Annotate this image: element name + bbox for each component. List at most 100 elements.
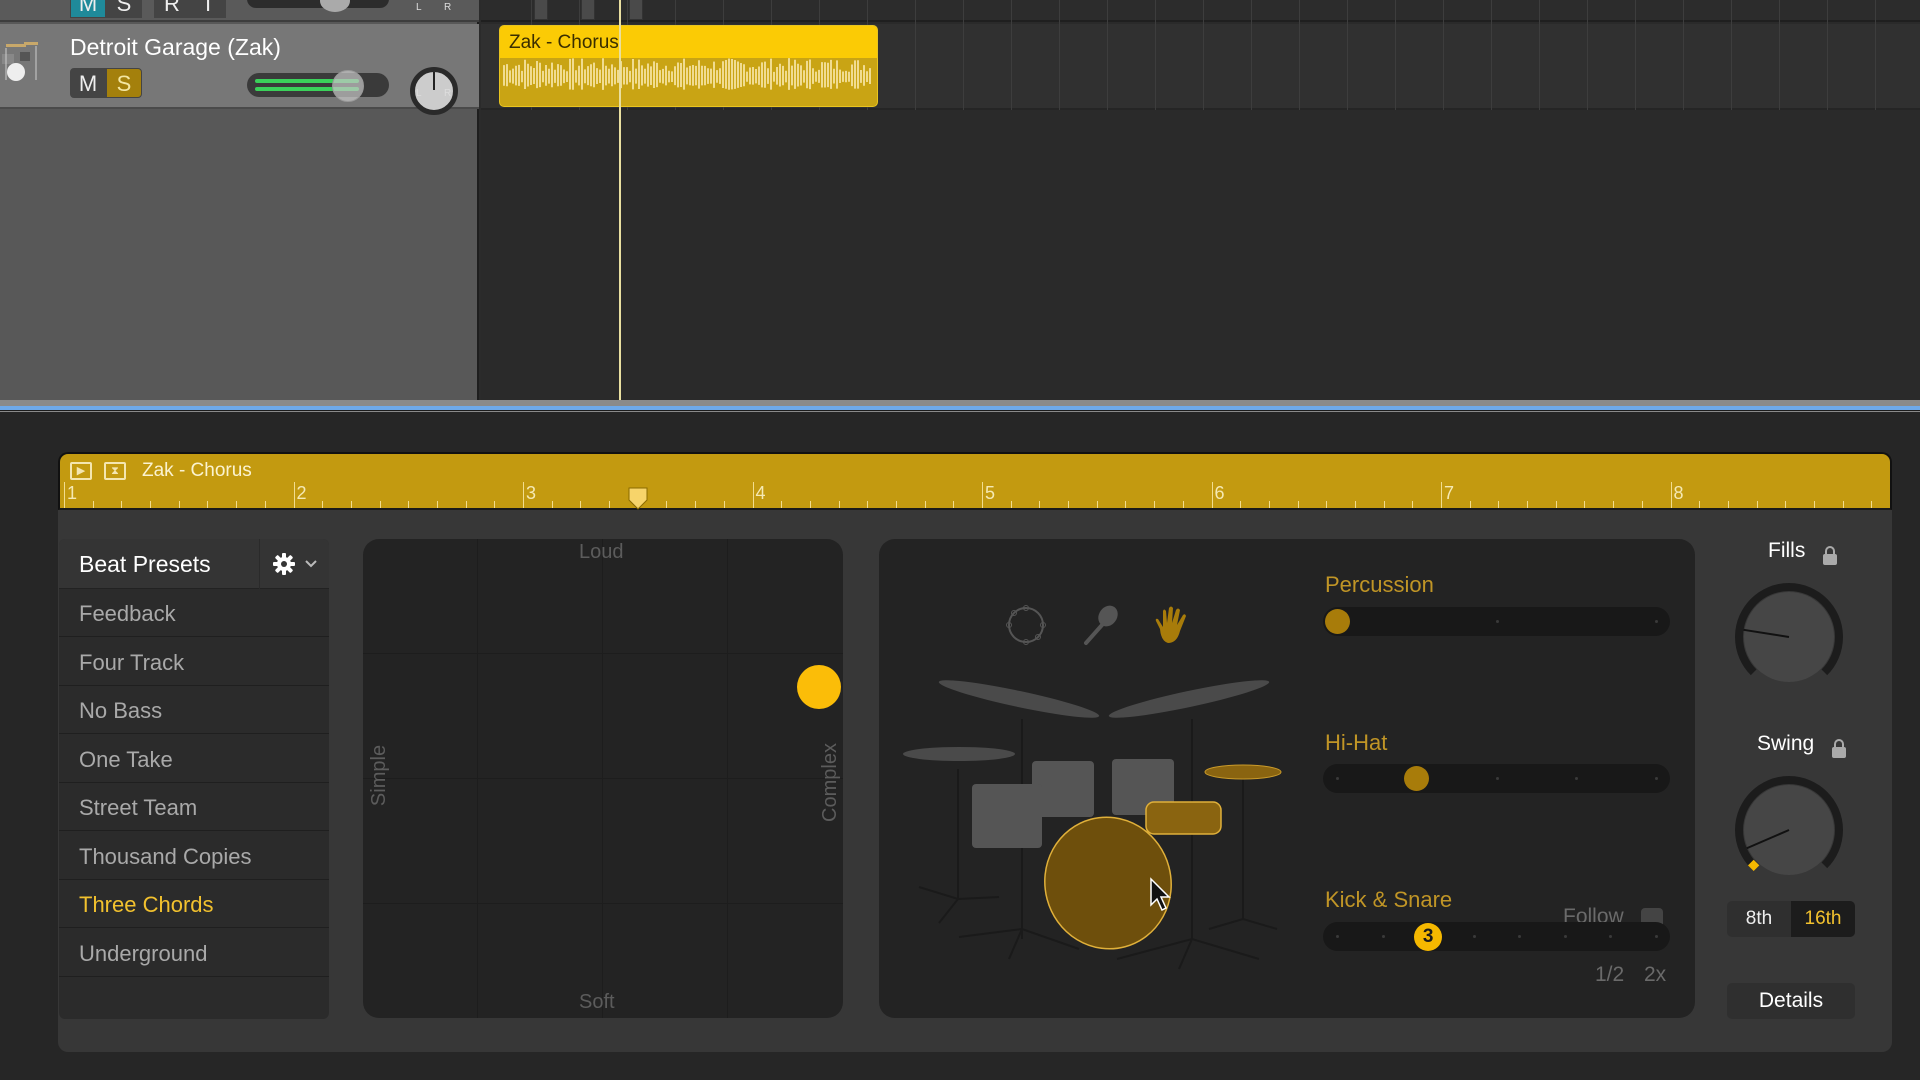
ruler-beat-tick — [1039, 501, 1041, 508]
ruler-beat-tick — [1096, 501, 1098, 508]
catch-playhead-icon[interactable]: ⧗ — [104, 462, 126, 480]
track-name[interactable]: Detroit Garage (Zak) — [70, 34, 281, 61]
mute-button-top[interactable]: M — [70, 0, 106, 18]
ruler-beat-tick — [1240, 501, 1242, 508]
fills-lock-icon[interactable] — [1823, 546, 1837, 565]
editor-region-title: Zak - Chorus — [142, 460, 252, 481]
cymbals — [903, 680, 1270, 761]
mini-region[interactable] — [534, 0, 548, 20]
preset-item[interactable]: Thousand Copies — [59, 831, 329, 880]
half-time-button[interactable]: 1/2 — [1595, 963, 1624, 987]
ruler-beat-tick — [781, 501, 783, 508]
ruler-beat-tick — [236, 501, 238, 508]
mini-region[interactable] — [581, 0, 595, 20]
swing-knob[interactable] — [1734, 775, 1844, 885]
ruler-beat-tick — [609, 501, 611, 508]
swing-lock-icon[interactable] — [1832, 739, 1846, 758]
ruler-bar-number: 2 — [296, 483, 307, 503]
slider-knob[interactable] — [1404, 766, 1430, 791]
pad-grid-line — [363, 903, 843, 904]
grid-line — [1587, 0, 1588, 110]
percussion-slider[interactable] — [1323, 607, 1670, 636]
percussion-label: Percussion — [1325, 572, 1434, 597]
region-title: Zak - Chorus — [509, 32, 619, 53]
preset-item-label: Three Chords — [79, 892, 214, 917]
preset-settings-button[interactable] — [259, 539, 329, 589]
track-header-detroit-garage[interactable]: Detroit Garage (Zak) M S L R — [0, 24, 479, 115]
slider-step-dot — [1655, 935, 1658, 938]
preset-item[interactable]: No Bass — [59, 686, 329, 734]
ruler-beat-tick — [1756, 501, 1758, 508]
volume-knob-top[interactable] — [320, 0, 350, 12]
slider-knob[interactable] — [1324, 609, 1350, 634]
floor-tom — [972, 784, 1042, 848]
ruler-playhead-icon[interactable] — [627, 486, 649, 510]
solo-button[interactable]: S — [106, 68, 142, 98]
ruler-bar-number: 3 — [526, 483, 537, 503]
input-button-top[interactable]: I — [190, 0, 226, 18]
shaker-icon[interactable] — [1078, 603, 1122, 647]
mini-region[interactable] — [629, 0, 643, 20]
ruler-beat-tick — [1527, 501, 1529, 508]
ruler-bar-number: 7 — [1444, 483, 1455, 503]
mute-button[interactable]: M — [70, 68, 106, 98]
preset-item-label: Four Track — [79, 649, 185, 675]
hihat-slider[interactable] — [1323, 764, 1670, 793]
ruler-beat-tick — [1785, 501, 1787, 508]
pad-label-soft: Soft — [579, 991, 615, 1013]
slider-step-dot — [1381, 935, 1385, 938]
fills-knob[interactable] — [1734, 582, 1844, 692]
ruler-bar-tick — [752, 482, 754, 508]
play-region-icon[interactable]: ▶ — [70, 462, 92, 480]
grid-line — [1635, 0, 1636, 110]
xy-pad[interactable]: Loud Soft Simple Complex — [363, 539, 843, 1018]
tambourine-icon[interactable] — [1004, 603, 1048, 647]
ruler-beat-tick — [322, 501, 324, 508]
volume-slider-top[interactable] — [247, 0, 389, 8]
preset-item[interactable]: Street Team — [59, 783, 329, 831]
ruler-beat-tick — [494, 501, 496, 508]
record-button-top[interactable]: R — [154, 0, 190, 18]
track-header-top[interactable]: M S R I L R — [0, 0, 479, 22]
slider-step-dot — [1518, 935, 1522, 938]
ruler-beat-tick — [1871, 501, 1873, 508]
handclap-icon[interactable] — [1150, 603, 1194, 647]
chevron-down-icon — [305, 560, 317, 568]
hi-hat — [1204, 764, 1282, 780]
grid-line — [1203, 0, 1204, 110]
slider-step-dot — [1609, 935, 1613, 938]
ruler-beat-tick — [666, 501, 668, 508]
ruler-beat-tick — [379, 501, 381, 508]
pad-grid-line — [363, 653, 843, 654]
editor-header[interactable]: ▶ ⧗ Zak - Chorus 1 2 3 4 5 6 7 8 — [58, 452, 1892, 510]
ruler-beat-tick — [436, 501, 438, 508]
ride-cymbal — [1108, 680, 1270, 718]
preset-item[interactable]: Feedback — [59, 589, 329, 637]
drum-kit-illustration[interactable] — [899, 659, 1299, 999]
playhead[interactable] — [619, 0, 621, 400]
details-button[interactable]: Details — [1727, 983, 1855, 1019]
drummer-region[interactable]: Zak - Chorus — [499, 25, 878, 107]
ruler-beat-tick — [1383, 501, 1385, 508]
track-headers: M S R I L R Detroit Garage (Zak) M S L R — [0, 0, 479, 400]
ruler-bar-tick — [293, 482, 295, 508]
slider-step-dot — [1336, 777, 1339, 780]
volume-slider[interactable] — [247, 73, 389, 97]
preset-item[interactable]: Three Chords — [59, 880, 329, 928]
grid-line — [1491, 0, 1492, 110]
solo-button-top[interactable]: S — [106, 0, 142, 18]
grid-line — [1299, 0, 1300, 110]
slider-knob[interactable]: 3 — [1414, 923, 1443, 951]
eighth-note-button[interactable]: 8th — [1727, 901, 1791, 937]
kick-snare-slider[interactable]: 3 — [1323, 922, 1670, 951]
preset-item[interactable]: Underground — [59, 928, 329, 977]
sixteenth-note-button[interactable]: 16th — [1791, 901, 1855, 937]
volume-knob[interactable] — [332, 70, 364, 102]
grid-line — [1779, 0, 1780, 110]
preset-item[interactable]: Four Track — [59, 637, 329, 686]
ruler-beat-tick — [1469, 501, 1471, 508]
double-time-button[interactable]: 2x — [1644, 963, 1666, 987]
xy-pad-puck[interactable] — [797, 665, 841, 710]
preset-item[interactable]: One Take — [59, 734, 329, 783]
slider-step-dot — [1336, 935, 1339, 938]
